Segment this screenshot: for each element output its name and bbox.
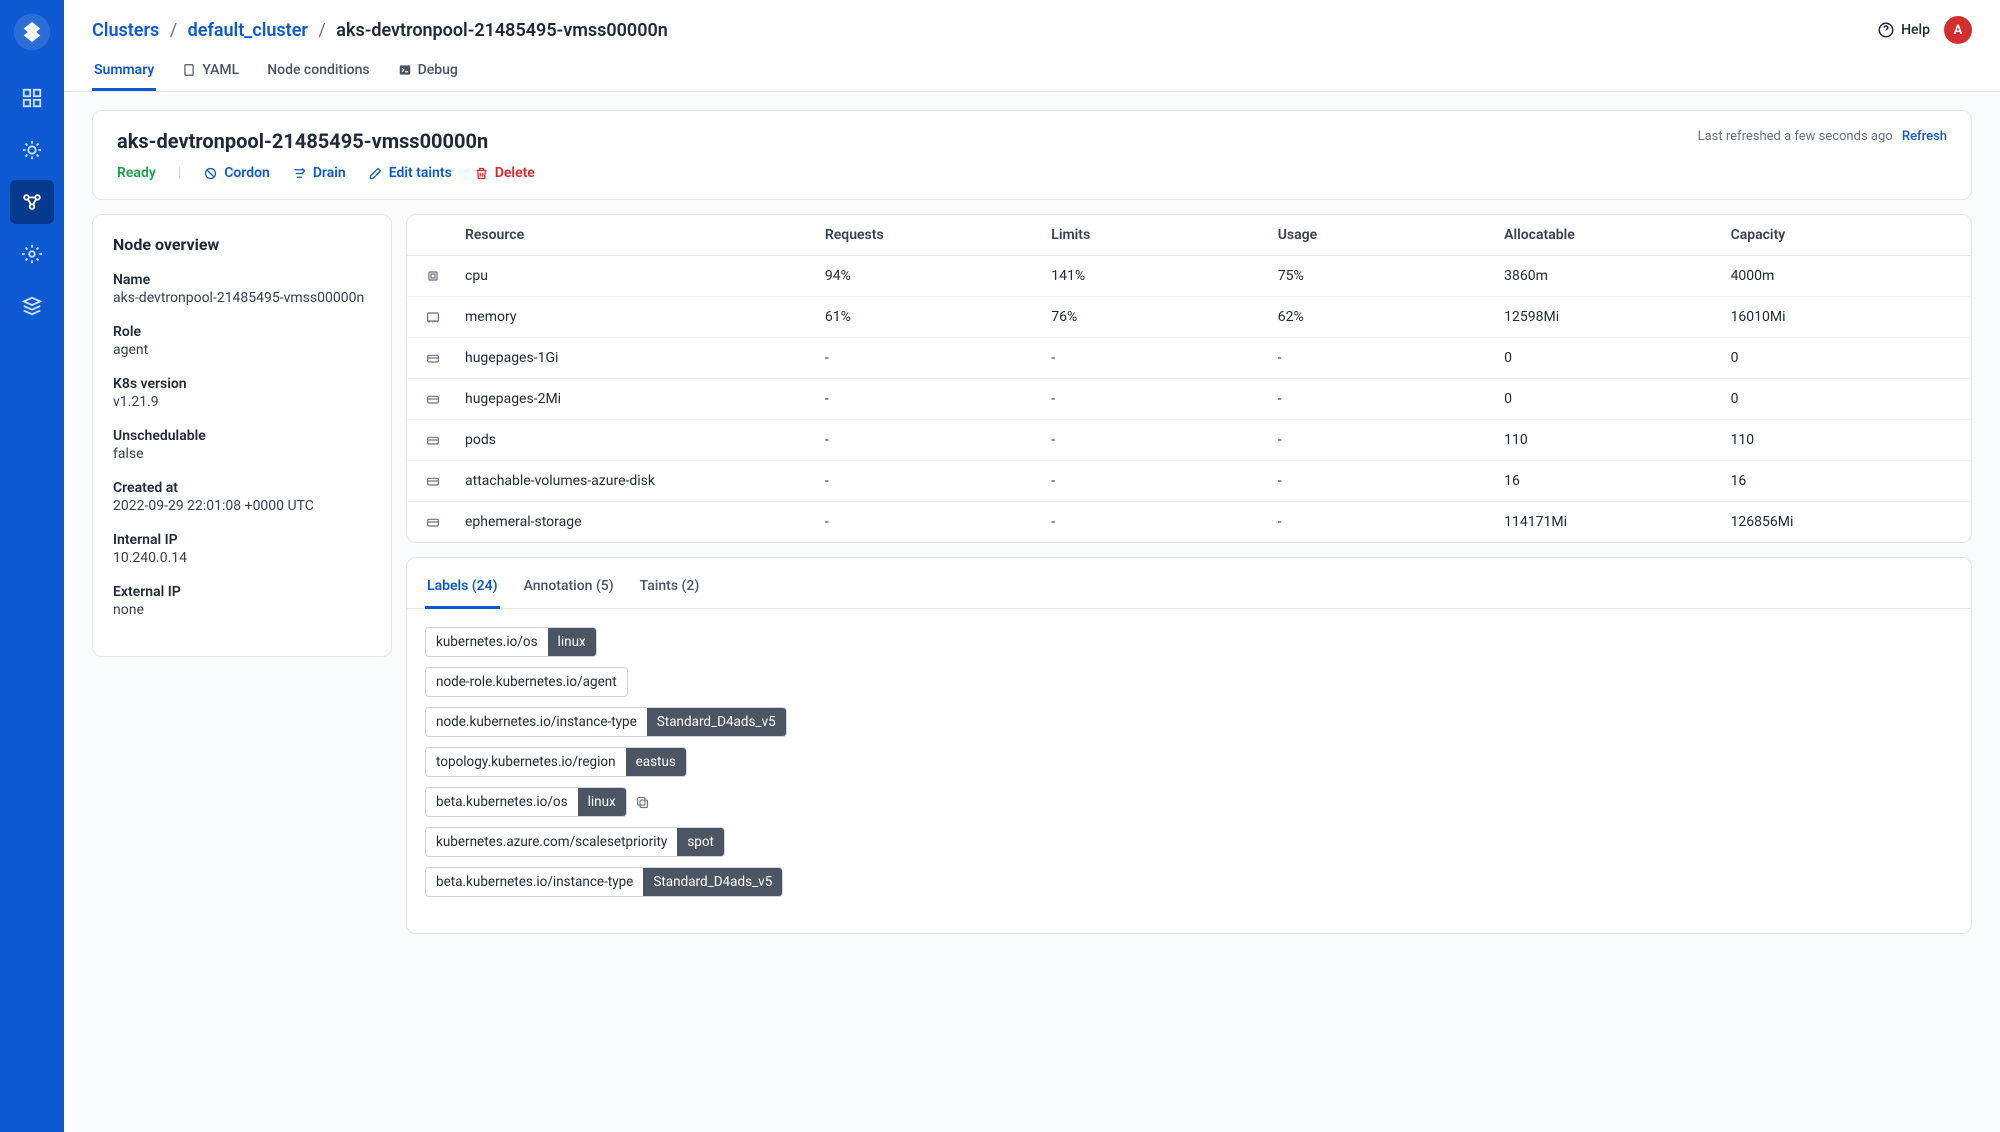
resource-table-header: Resource Requests Limits Usage Allocatab… — [407, 215, 1971, 256]
overview-name: aks-devtronpool-21485495-vmss00000n — [113, 290, 371, 306]
overview-created-at: 2022-09-29 22:01:08 +0000 UTC — [113, 498, 371, 514]
resource-name: memory — [465, 309, 821, 325]
nav-apps-icon[interactable] — [10, 76, 54, 120]
resource-table: Resource Requests Limits Usage Allocatab… — [406, 214, 1972, 543]
resource-row: memory61%76%62%12598Mi16010Mi — [407, 297, 1971, 338]
drain-icon — [292, 166, 307, 181]
label-pill: node.kubernetes.io/instance-typeStandard… — [425, 707, 787, 737]
label-key: topology.kubernetes.io/region — [426, 748, 626, 776]
subtabs: Summary YAML Node conditions Debug — [92, 52, 1972, 91]
resource-icon — [425, 432, 461, 448]
label-pill: node-role.kubernetes.io/agent — [425, 667, 628, 697]
resource-icon — [425, 391, 461, 407]
nav-stack-icon[interactable] — [10, 284, 54, 328]
tab-node-conditions[interactable]: Node conditions — [265, 52, 371, 91]
brand-logo — [12, 12, 52, 52]
label-value: eastus — [626, 748, 686, 776]
resource-name: pods — [465, 432, 821, 448]
avatar[interactable]: A — [1944, 16, 1972, 44]
label-pill: kubernetes.azure.com/scalesetpriorityspo… — [425, 827, 725, 857]
cordon-button[interactable]: Cordon — [203, 165, 270, 181]
topbar: Clusters / default_cluster / aks-devtron… — [64, 0, 2000, 92]
nav-cluster-icon[interactable] — [10, 180, 54, 224]
resource-name: cpu — [465, 268, 821, 284]
label-key: kubernetes.azure.com/scalesetpriority — [426, 828, 677, 856]
terminal-icon — [398, 63, 412, 77]
resource-icon — [425, 514, 461, 530]
drain-button[interactable]: Drain — [292, 165, 346, 181]
help-icon — [1877, 21, 1895, 39]
tab-labels[interactable]: Labels (24) — [425, 572, 500, 609]
resource-row: hugepages-1Gi---00 — [407, 338, 1971, 379]
node-header-card: aks-devtronpool-21485495-vmss00000n Last… — [92, 110, 1972, 200]
cordon-icon — [203, 166, 218, 181]
resource-row: cpu94%141%75%3860m4000m — [407, 256, 1971, 297]
label-value: spot — [677, 828, 724, 856]
breadcrumb-clusters[interactable]: Clusters — [92, 20, 159, 41]
label-pill: beta.kubernetes.io/oslinux — [425, 787, 627, 817]
label-value: Standard_D4ads_v5 — [647, 708, 786, 736]
overview-external-ip: none — [113, 602, 371, 618]
label-pill: topology.kubernetes.io/regioneastus — [425, 747, 687, 777]
label-value: linux — [548, 628, 596, 656]
label-key: node.kubernetes.io/instance-type — [426, 708, 647, 736]
label-key: beta.kubernetes.io/os — [426, 788, 578, 816]
status-badge: Ready — [117, 165, 156, 181]
resource-name: hugepages-1Gi — [465, 350, 821, 366]
resource-icon — [425, 473, 461, 489]
resource-name: attachable-volumes-azure-disk — [465, 473, 821, 489]
breadcrumb: Clusters / default_cluster / aks-devtron… — [92, 20, 668, 41]
tab-taints[interactable]: Taints (2) — [638, 572, 702, 609]
breadcrumb-node-name: aks-devtronpool-21485495-vmss00000n — [336, 20, 668, 41]
overview-k8s-version: v1.21.9 — [113, 394, 371, 410]
breadcrumb-cluster-name[interactable]: default_cluster — [188, 20, 308, 41]
tab-yaml[interactable]: YAML — [180, 52, 241, 91]
copy-icon[interactable] — [635, 795, 650, 810]
overview-internal-ip: 10.240.0.14 — [113, 550, 371, 566]
edit-taints-button[interactable]: Edit taints — [368, 165, 452, 181]
trash-icon — [474, 166, 489, 181]
tab-summary[interactable]: Summary — [92, 52, 156, 91]
overview-role: agent — [113, 342, 371, 358]
delete-button[interactable]: Delete — [474, 165, 535, 181]
sidebar-nav — [0, 0, 64, 1132]
help-link[interactable]: Help — [1877, 21, 1930, 39]
last-refreshed-text: Last refreshed a few seconds ago Refresh — [1698, 129, 1947, 144]
resource-icon — [425, 309, 461, 325]
resource-name: ephemeral-storage — [465, 514, 821, 530]
labels-card: Labels (24) Annotation (5) Taints (2) ku… — [406, 557, 1972, 934]
nav-settings-icon[interactable] — [10, 232, 54, 276]
node-title: aks-devtronpool-21485495-vmss00000n — [117, 129, 488, 153]
label-pill: kubernetes.io/oslinux — [425, 627, 597, 657]
overview-heading: Node overview — [113, 235, 371, 254]
overview-unschedulable: false — [113, 446, 371, 462]
label-value: linux — [578, 788, 626, 816]
resource-row: ephemeral-storage---114171Mi126856Mi — [407, 502, 1971, 542]
nav-helm-icon[interactable] — [10, 128, 54, 172]
edit-icon — [368, 166, 383, 181]
resource-row: attachable-volumes-azure-disk---1616 — [407, 461, 1971, 502]
tab-annotations[interactable]: Annotation (5) — [522, 572, 616, 609]
resource-icon — [425, 350, 461, 366]
refresh-link[interactable]: Refresh — [1902, 129, 1947, 144]
label-key: beta.kubernetes.io/instance-type — [426, 868, 643, 896]
document-icon — [182, 63, 196, 77]
resource-name: hugepages-2Mi — [465, 391, 821, 407]
label-key: node-role.kubernetes.io/agent — [426, 668, 627, 696]
label-pill: beta.kubernetes.io/instance-typeStandard… — [425, 867, 783, 897]
node-overview-card: Node overview Nameaks-devtronpool-214854… — [92, 214, 392, 657]
label-value: Standard_D4ads_v5 — [643, 868, 782, 896]
resource-row: pods---110110 — [407, 420, 1971, 461]
resource-row: hugepages-2Mi---00 — [407, 379, 1971, 420]
resource-icon — [425, 268, 461, 284]
tab-debug[interactable]: Debug — [396, 52, 460, 91]
label-key: kubernetes.io/os — [426, 628, 548, 656]
